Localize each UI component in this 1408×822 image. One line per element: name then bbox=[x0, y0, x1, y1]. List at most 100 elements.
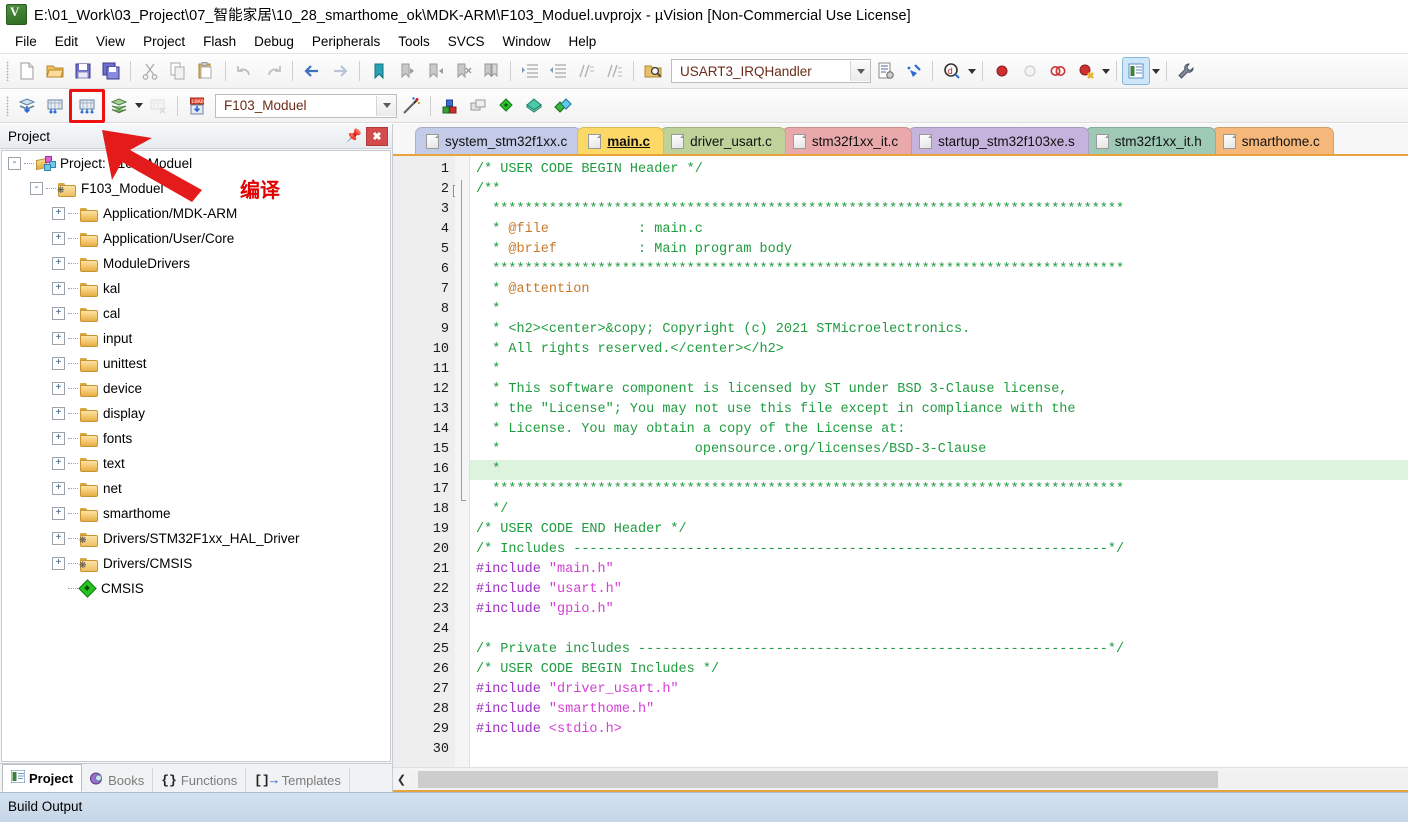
project-tab-functions[interactable]: {} Functions bbox=[153, 768, 247, 792]
code-line[interactable]: * License. You may obtain a copy of the … bbox=[470, 420, 1408, 440]
breakpoint-insert-icon[interactable] bbox=[988, 57, 1016, 85]
code-line[interactable]: /* Includes ----------------------------… bbox=[470, 540, 1408, 560]
expand-icon[interactable]: + bbox=[52, 457, 65, 470]
new-file-icon[interactable] bbox=[13, 57, 41, 85]
editor-tab-stm32f1xx-it-h[interactable]: stm32f1xx_it.h bbox=[1084, 127, 1216, 154]
find-in-files-icon[interactable] bbox=[639, 57, 667, 85]
editor-tab-system-stm32f1xx-c[interactable]: system_stm32f1xx.c bbox=[415, 127, 582, 154]
target-combo[interactable]: F103_Moduel bbox=[215, 93, 397, 118]
expand-icon[interactable]: + bbox=[52, 382, 65, 395]
target-options-icon[interactable] bbox=[397, 92, 425, 120]
breakpoint-kill-all-icon[interactable] bbox=[1072, 57, 1100, 85]
uncomment-icon[interactable] bbox=[600, 57, 628, 85]
code-line[interactable]: #include "usart.h" bbox=[470, 580, 1408, 600]
code-line[interactable]: #include "driver_usart.h" bbox=[470, 680, 1408, 700]
bookmark-prev-icon[interactable] bbox=[393, 57, 421, 85]
menu-item-project[interactable]: Project bbox=[134, 31, 194, 52]
tree-item-device[interactable]: + device bbox=[2, 376, 390, 401]
code-line[interactable]: /* USER CODE BEGIN Includes */ bbox=[470, 660, 1408, 680]
paste-icon[interactable] bbox=[192, 57, 220, 85]
insert-snippet-icon[interactable] bbox=[871, 57, 899, 85]
expand-icon[interactable]: + bbox=[52, 482, 65, 495]
download-button[interactable]: LOAD bbox=[183, 92, 211, 120]
close-icon[interactable]: ✖ bbox=[366, 126, 388, 146]
configure-target-icon[interactable] bbox=[1172, 57, 1200, 85]
menu-item-view[interactable]: View bbox=[87, 31, 134, 52]
collapse-icon[interactable]: - bbox=[30, 182, 43, 195]
toolbar-grip[interactable] bbox=[6, 95, 9, 116]
menu-item-svcs[interactable]: SVCS bbox=[439, 31, 494, 52]
code-line[interactable]: * @brief : Main program body bbox=[470, 240, 1408, 260]
tree-item-fonts[interactable]: + fonts bbox=[2, 426, 390, 451]
tree-item-f103-moduel[interactable]: - ❋ F103_Moduel bbox=[2, 176, 390, 201]
tree-item-text[interactable]: + text bbox=[2, 451, 390, 476]
pin-icon[interactable]: 📌 bbox=[345, 127, 363, 145]
menu-item-debug[interactable]: Debug bbox=[245, 31, 303, 52]
menu-item-peripherals[interactable]: Peripherals bbox=[303, 31, 389, 52]
code-line[interactable]: #include "gpio.h" bbox=[470, 600, 1408, 620]
project-tree[interactable]: - Project: F103_Moduel - ❋ F103_Moduel + Appli… bbox=[1, 150, 391, 762]
expand-icon[interactable]: + bbox=[52, 282, 65, 295]
build-target-button[interactable] bbox=[41, 92, 69, 120]
tree-item-unittest[interactable]: + unittest bbox=[2, 351, 390, 376]
tree-item-drivers-stm32f1xx-hal-driver[interactable]: + ❋ Drivers/STM32F1xx_HAL_Driver bbox=[2, 526, 390, 551]
code-line[interactable]: /* Private includes --------------------… bbox=[470, 640, 1408, 660]
editor-tab-smarthome-c[interactable]: smarthome.c bbox=[1211, 127, 1334, 154]
dropdown-arrow-icon[interactable] bbox=[966, 59, 977, 83]
editor-tab-startup-stm32f103xe-s[interactable]: startup_stm32f103xe.s bbox=[908, 127, 1089, 154]
breakpoint-disable-all-icon[interactable] bbox=[1044, 57, 1072, 85]
menu-item-edit[interactable]: Edit bbox=[46, 31, 87, 52]
code-line[interactable]: ****************************************… bbox=[470, 200, 1408, 220]
code-line[interactable]: ****************************************… bbox=[470, 260, 1408, 280]
tree-item-application-user-core[interactable]: + Application/User/Core bbox=[2, 226, 390, 251]
expand-icon[interactable]: + bbox=[52, 357, 65, 370]
menu-item-help[interactable]: Help bbox=[560, 31, 606, 52]
bookmark-toggle-icon[interactable] bbox=[365, 57, 393, 85]
project-tab-books[interactable]: Books bbox=[82, 768, 154, 792]
code-line[interactable]: /* USER CODE BEGIN Header */ bbox=[470, 160, 1408, 180]
toolbar-grip[interactable] bbox=[6, 61, 9, 81]
code-line[interactable]: #include <stdio.h> bbox=[470, 720, 1408, 740]
tree-item-net[interactable]: + net bbox=[2, 476, 390, 501]
tree-item-drivers-cmsis[interactable]: + ❋ Drivers/CMSIS bbox=[2, 551, 390, 576]
manage-multi-project-icon[interactable] bbox=[464, 92, 492, 120]
tree-item-project-f103-moduel[interactable]: - Project: F103_Moduel bbox=[2, 151, 390, 176]
scrollbar-thumb[interactable] bbox=[418, 770, 1218, 788]
code-line[interactable]: /* USER CODE END Header */ bbox=[470, 520, 1408, 540]
scrollbar-track[interactable] bbox=[410, 770, 1408, 788]
code-line[interactable]: * opensource.org/licenses/BSD-3-Clause bbox=[470, 440, 1408, 460]
chevron-down-icon[interactable] bbox=[376, 95, 396, 116]
function-combo[interactable]: USART3_IRQHandler bbox=[671, 59, 871, 83]
batch-build-button[interactable] bbox=[105, 92, 133, 120]
menu-item-flash[interactable]: Flash bbox=[194, 31, 245, 52]
expand-icon[interactable]: + bbox=[52, 507, 65, 520]
copy-icon[interactable] bbox=[164, 57, 192, 85]
editor-tab-stm32f1xx-it-c[interactable]: stm32f1xx_it.c bbox=[781, 127, 913, 154]
dropdown-arrow-icon[interactable] bbox=[1100, 59, 1111, 83]
editor-horizontal-scrollbar[interactable]: ❮ bbox=[393, 767, 1408, 792]
translate-file-button[interactable] bbox=[13, 92, 41, 120]
expand-icon[interactable]: + bbox=[52, 207, 65, 220]
tree-item-smarthome[interactable]: + smarthome bbox=[2, 501, 390, 526]
menu-item-tools[interactable]: Tools bbox=[389, 31, 439, 52]
comment-icon[interactable] bbox=[572, 57, 600, 85]
code-line[interactable]: * bbox=[470, 460, 1408, 480]
outdent-icon[interactable] bbox=[544, 57, 572, 85]
bookmark-clear-icon[interactable] bbox=[449, 57, 477, 85]
manage-run-time-env-icon[interactable] bbox=[520, 92, 548, 120]
configure-icon[interactable] bbox=[899, 57, 927, 85]
navigate-back-icon[interactable] bbox=[298, 57, 326, 85]
code-line[interactable]: ****************************************… bbox=[470, 480, 1408, 500]
code-line[interactable]: #include "smarthome.h" bbox=[470, 700, 1408, 720]
expand-icon[interactable]: + bbox=[52, 307, 65, 320]
tree-item-kal[interactable]: + kal bbox=[2, 276, 390, 301]
tree-item-input[interactable]: + input bbox=[2, 326, 390, 351]
code-line[interactable]: #include "main.h" bbox=[470, 560, 1408, 580]
tree-item-moduledrivers[interactable]: + ModuleDrivers bbox=[2, 251, 390, 276]
expand-icon[interactable]: + bbox=[52, 257, 65, 270]
code-line[interactable]: * bbox=[470, 360, 1408, 380]
editor-tab-main-c[interactable]: main.c bbox=[577, 127, 665, 154]
dropdown-arrow-icon[interactable] bbox=[133, 94, 144, 118]
bookmark-clear-all-icon[interactable] bbox=[477, 57, 505, 85]
redo-icon[interactable] bbox=[259, 57, 287, 85]
